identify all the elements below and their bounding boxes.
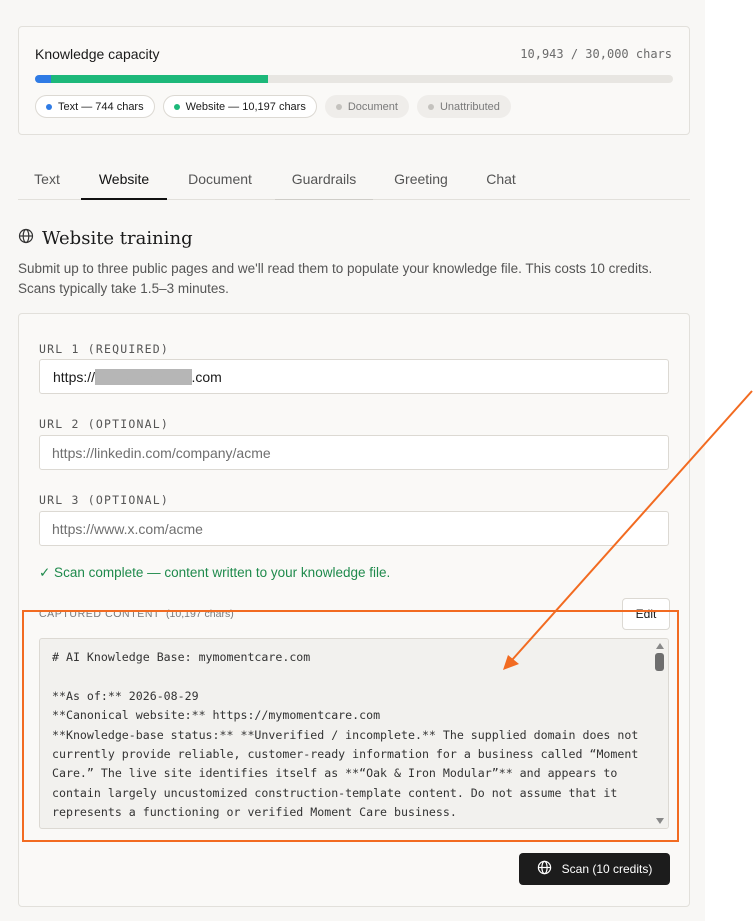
scan-button-label: Scan (10 credits)	[561, 862, 653, 876]
legend-dot-icon	[427, 103, 434, 110]
captured-content-text: # AI Knowledge Base: mymomentcare.com **…	[52, 650, 639, 820]
legend-label: Text — 744 chars	[58, 100, 144, 113]
url1-input[interactable]: https://mymomentcare.com	[39, 359, 669, 394]
captured-content-box[interactable]: # AI Knowledge Base: mymomentcare.com **…	[39, 638, 669, 829]
scan-status: ✓ Scan complete — content written to you…	[39, 565, 391, 580]
globe-icon	[18, 228, 34, 249]
url1-value-suffix: .com	[191, 369, 222, 385]
tab-chat[interactable]: Chat	[472, 162, 530, 200]
url2-label: URL 2 (OPTIONAL)	[39, 417, 169, 431]
legend-chip: Text — 744 chars	[35, 95, 155, 118]
section-description: Submit up to three public pages and we'l…	[18, 261, 653, 296]
captured-count: (10,197 chars)	[166, 608, 234, 620]
tab-website[interactable]: Website	[81, 162, 167, 200]
content-scrollbar[interactable]	[652, 639, 668, 828]
captured-content-label: CAPTURED CONTENT (10,197 chars)	[39, 608, 234, 620]
url1-value: https://mymomentcare.com	[53, 369, 222, 385]
knowledge-capacity-card: Knowledge capacity 10,943 / 30,000 chars…	[18, 26, 690, 135]
url1-label: URL 1 (REQUIRED)	[39, 342, 169, 356]
globe-icon	[537, 860, 552, 878]
legend-chip: Unattributed	[416, 95, 511, 118]
url1-value-redacted: mymomentcare	[95, 369, 192, 385]
section-title: Website training	[42, 228, 193, 249]
legend-dot-icon	[335, 103, 342, 110]
tab-document[interactable]: Document	[175, 162, 265, 200]
url1-value-prefix: https://	[53, 369, 96, 385]
url3-input[interactable]	[39, 511, 669, 546]
url3-label: URL 3 (OPTIONAL)	[39, 493, 169, 507]
scroll-down-icon[interactable]	[656, 818, 664, 824]
legend-label: Document	[347, 100, 398, 113]
capacity-legend: Text — 744 chars Website — 10,197 chars Do…	[35, 95, 511, 118]
tab-greeting[interactable]: Greeting	[380, 162, 462, 200]
legend-label: Website — 10,197 chars	[185, 100, 306, 113]
legend-label: Unattributed	[439, 100, 500, 113]
tab-text[interactable]: Text	[18, 162, 76, 200]
section-heading: Website training	[18, 228, 193, 249]
edit-button[interactable]: Edit	[622, 598, 670, 630]
tab-guardrails[interactable]: Guardrails	[275, 162, 373, 200]
scroll-thumb[interactable]	[655, 653, 664, 671]
website-training-form: URL 1 (REQUIRED) https://mymomentcare.co…	[18, 313, 690, 907]
scan-button[interactable]: Scan (10 credits)	[519, 853, 670, 885]
capacity-segment-website	[50, 75, 268, 83]
capacity-count: 10,943 / 30,000 chars	[520, 47, 672, 61]
url2-input[interactable]	[39, 435, 669, 470]
tab-bar: Text Website Document Guardrails Greetin…	[18, 162, 690, 200]
legend-dot-icon	[173, 103, 180, 110]
capacity-title: Knowledge capacity	[35, 46, 160, 62]
capacity-segment-text	[35, 75, 51, 83]
captured-label-text: CAPTURED CONTENT	[39, 608, 161, 620]
legend-dot-icon	[46, 103, 52, 110]
legend-chip: Website — 10,197 chars	[162, 95, 317, 118]
scroll-up-icon[interactable]	[656, 643, 664, 649]
capacity-bar	[35, 75, 673, 83]
legend-chip: Document	[324, 95, 409, 118]
